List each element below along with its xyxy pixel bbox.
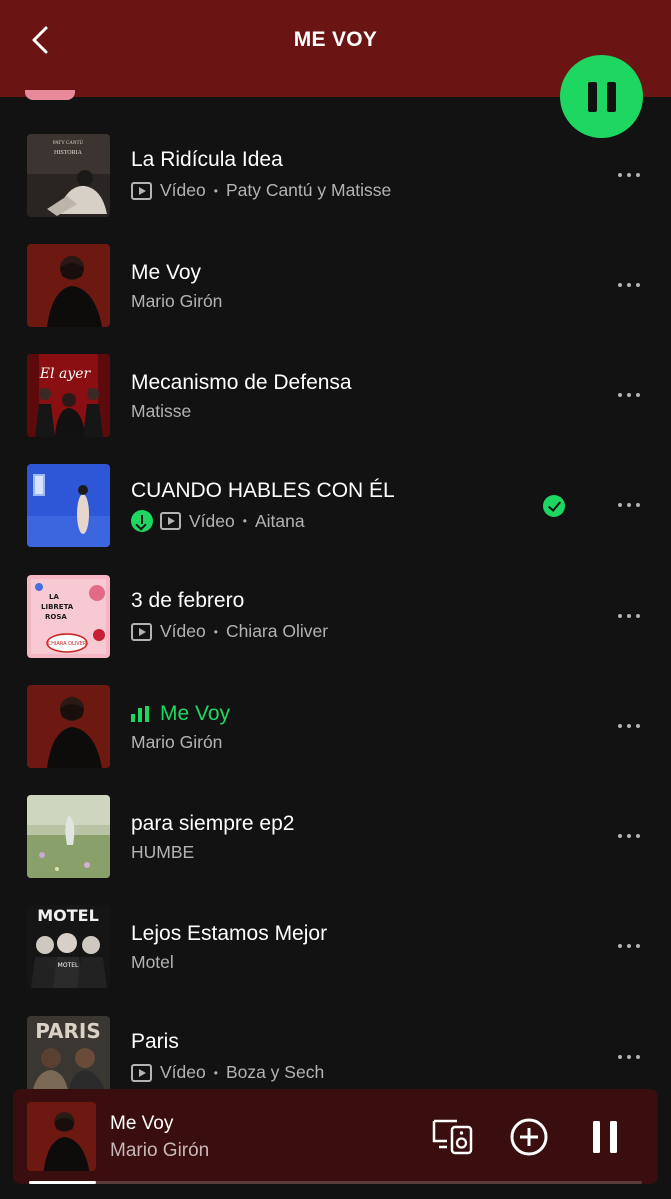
video-icon: [160, 512, 181, 530]
more-button[interactable]: [612, 606, 646, 626]
cover-image: LA LIBRETA ROSA CHIARA OLIVER: [27, 575, 110, 658]
video-label: Vídeo: [160, 1062, 206, 1082]
cover-image: PATY CANTÚ HISTORIA: [27, 134, 110, 217]
cover-image: [27, 685, 110, 768]
track-subtitle: Motel: [131, 952, 174, 973]
track-artist: Boza y Sech: [225, 1062, 325, 1082]
more-icon: [618, 724, 622, 728]
track-title: 3 de febrero: [131, 589, 245, 612]
mini-player-cover: [27, 1102, 96, 1171]
devices-icon: [432, 1119, 473, 1155]
more-icon: [618, 283, 622, 287]
video-label: Vídeo: [189, 510, 235, 531]
more-button[interactable]: [612, 936, 646, 956]
check-icon[interactable]: [543, 495, 565, 517]
track-artist: Aitana: [254, 510, 305, 531]
cover-text: ROSA: [45, 613, 67, 621]
cover-text: PARIS: [35, 1019, 101, 1043]
cover-image: [27, 244, 110, 327]
more-icon: [618, 1055, 622, 1059]
cover-text: CHIARA OLIVER: [48, 641, 87, 647]
track-subtitle: Vídeo • Aitana: [131, 510, 305, 532]
track-subtitle: Mario Girón: [131, 732, 222, 753]
more-button[interactable]: [612, 716, 646, 736]
cover-text: MOTEL: [37, 906, 99, 925]
track-subtitle: Matisse: [131, 401, 191, 422]
cover-text: El ayer: [39, 366, 92, 382]
track-subtitle: Mario Girón: [131, 291, 222, 312]
track-row-now-playing[interactable]: Me Voy Mario Girón: [0, 685, 671, 795]
track-row[interactable]: CUANDO HABLES CON ÉL Vídeo • Aitana: [0, 464, 671, 574]
mini-player[interactable]: Me Voy Mario Girón: [13, 1089, 658, 1184]
track-row[interactable]: PATY CANTÚ HISTORIA La Ridícula Idea Víd…: [0, 134, 671, 244]
page-title: ME VOY: [293, 28, 378, 51]
track-subtitle: Vídeo • Paty Cantú y Matisse: [131, 180, 391, 201]
equalizer-icon: [131, 706, 152, 722]
track-title: Lejos Estamos Mejor: [131, 922, 328, 945]
track-artist: Motel: [131, 952, 174, 972]
mini-pause-button[interactable]: [585, 1117, 625, 1157]
cover-text: MOTEL: [58, 962, 79, 969]
cover-image: [27, 464, 110, 547]
more-button[interactable]: [612, 1047, 646, 1067]
more-icon: [618, 503, 622, 507]
more-icon: [618, 173, 622, 177]
progress-fill: [29, 1181, 97, 1184]
track-subtitle: HUMBE: [131, 842, 194, 863]
track-artist: Mario Girón: [131, 732, 223, 752]
track-title: Me Voy: [131, 702, 230, 726]
cover-image: El ayer: [27, 354, 110, 437]
devices-button[interactable]: [431, 1117, 473, 1157]
cover-text: HISTORIA: [54, 150, 83, 156]
track-subtitle: Vídeo • Chiara Oliver: [131, 621, 328, 642]
track-artist: Chiara Oliver: [225, 621, 329, 641]
mini-player-artist: Mario Girón: [110, 1140, 210, 1161]
track-title: Paris: [131, 1030, 179, 1053]
cover-image: [27, 795, 110, 878]
progress-bar[interactable]: [29, 1181, 642, 1184]
track-row[interactable]: MOTEL MOTEL Lejos Estamos Mejor Motel: [0, 905, 671, 1015]
pause-icon: [587, 81, 597, 112]
cover-text: LA: [49, 593, 59, 601]
more-button[interactable]: [612, 495, 646, 515]
cover-text: LIBRETA: [41, 603, 74, 611]
video-label: Vídeo: [160, 621, 206, 641]
video-icon: [131, 622, 152, 641]
video-label: Vídeo: [160, 180, 206, 200]
track-title: CUANDO HABLES CON ÉL: [131, 479, 395, 502]
cover-text: PATY CANTÚ: [53, 140, 84, 146]
pause-button[interactable]: [560, 55, 643, 138]
more-icon: [618, 834, 622, 838]
track-title: La Ridícula Idea: [131, 148, 283, 171]
mini-player-title: Me Voy: [110, 1113, 174, 1134]
track-subtitle: Vídeo • Boza y Sech: [131, 1062, 324, 1083]
more-button[interactable]: [612, 385, 646, 405]
pause-icon: [593, 1121, 617, 1153]
track-row[interactable]: Me Voy Mario Girón: [0, 244, 671, 354]
track-title: Mecanismo de Defensa: [131, 371, 352, 394]
track-row[interactable]: para siempre ep2 HUMBE: [0, 795, 671, 905]
cover-image: PARIS: [27, 1016, 110, 1099]
video-icon: [131, 1063, 152, 1082]
video-icon: [131, 181, 152, 200]
more-icon: [618, 614, 622, 618]
previous-cover-edge: [25, 90, 75, 100]
download-icon: [131, 510, 153, 532]
track-title: Me Voy: [131, 261, 202, 284]
more-icon: [618, 944, 622, 948]
add-button[interactable]: [509, 1117, 549, 1157]
track-row[interactable]: El ayer Mecanismo de Defensa Matisse: [0, 354, 671, 464]
more-button[interactable]: [612, 165, 646, 185]
track-title: para siempre ep2: [131, 812, 295, 835]
cover-image: MOTEL MOTEL: [27, 905, 110, 988]
track-artist: Mario Girón: [131, 291, 223, 311]
track-artist: Paty Cantú y Matisse: [225, 180, 392, 200]
track-row[interactable]: LA LIBRETA ROSA CHIARA OLIVER 3 de febre…: [0, 575, 671, 685]
track-artist: HUMBE: [131, 842, 195, 862]
more-button[interactable]: [612, 275, 646, 295]
more-button[interactable]: [612, 826, 646, 846]
track-artist: Matisse: [131, 401, 192, 421]
add-icon: [510, 1118, 548, 1156]
more-icon: [618, 393, 622, 397]
